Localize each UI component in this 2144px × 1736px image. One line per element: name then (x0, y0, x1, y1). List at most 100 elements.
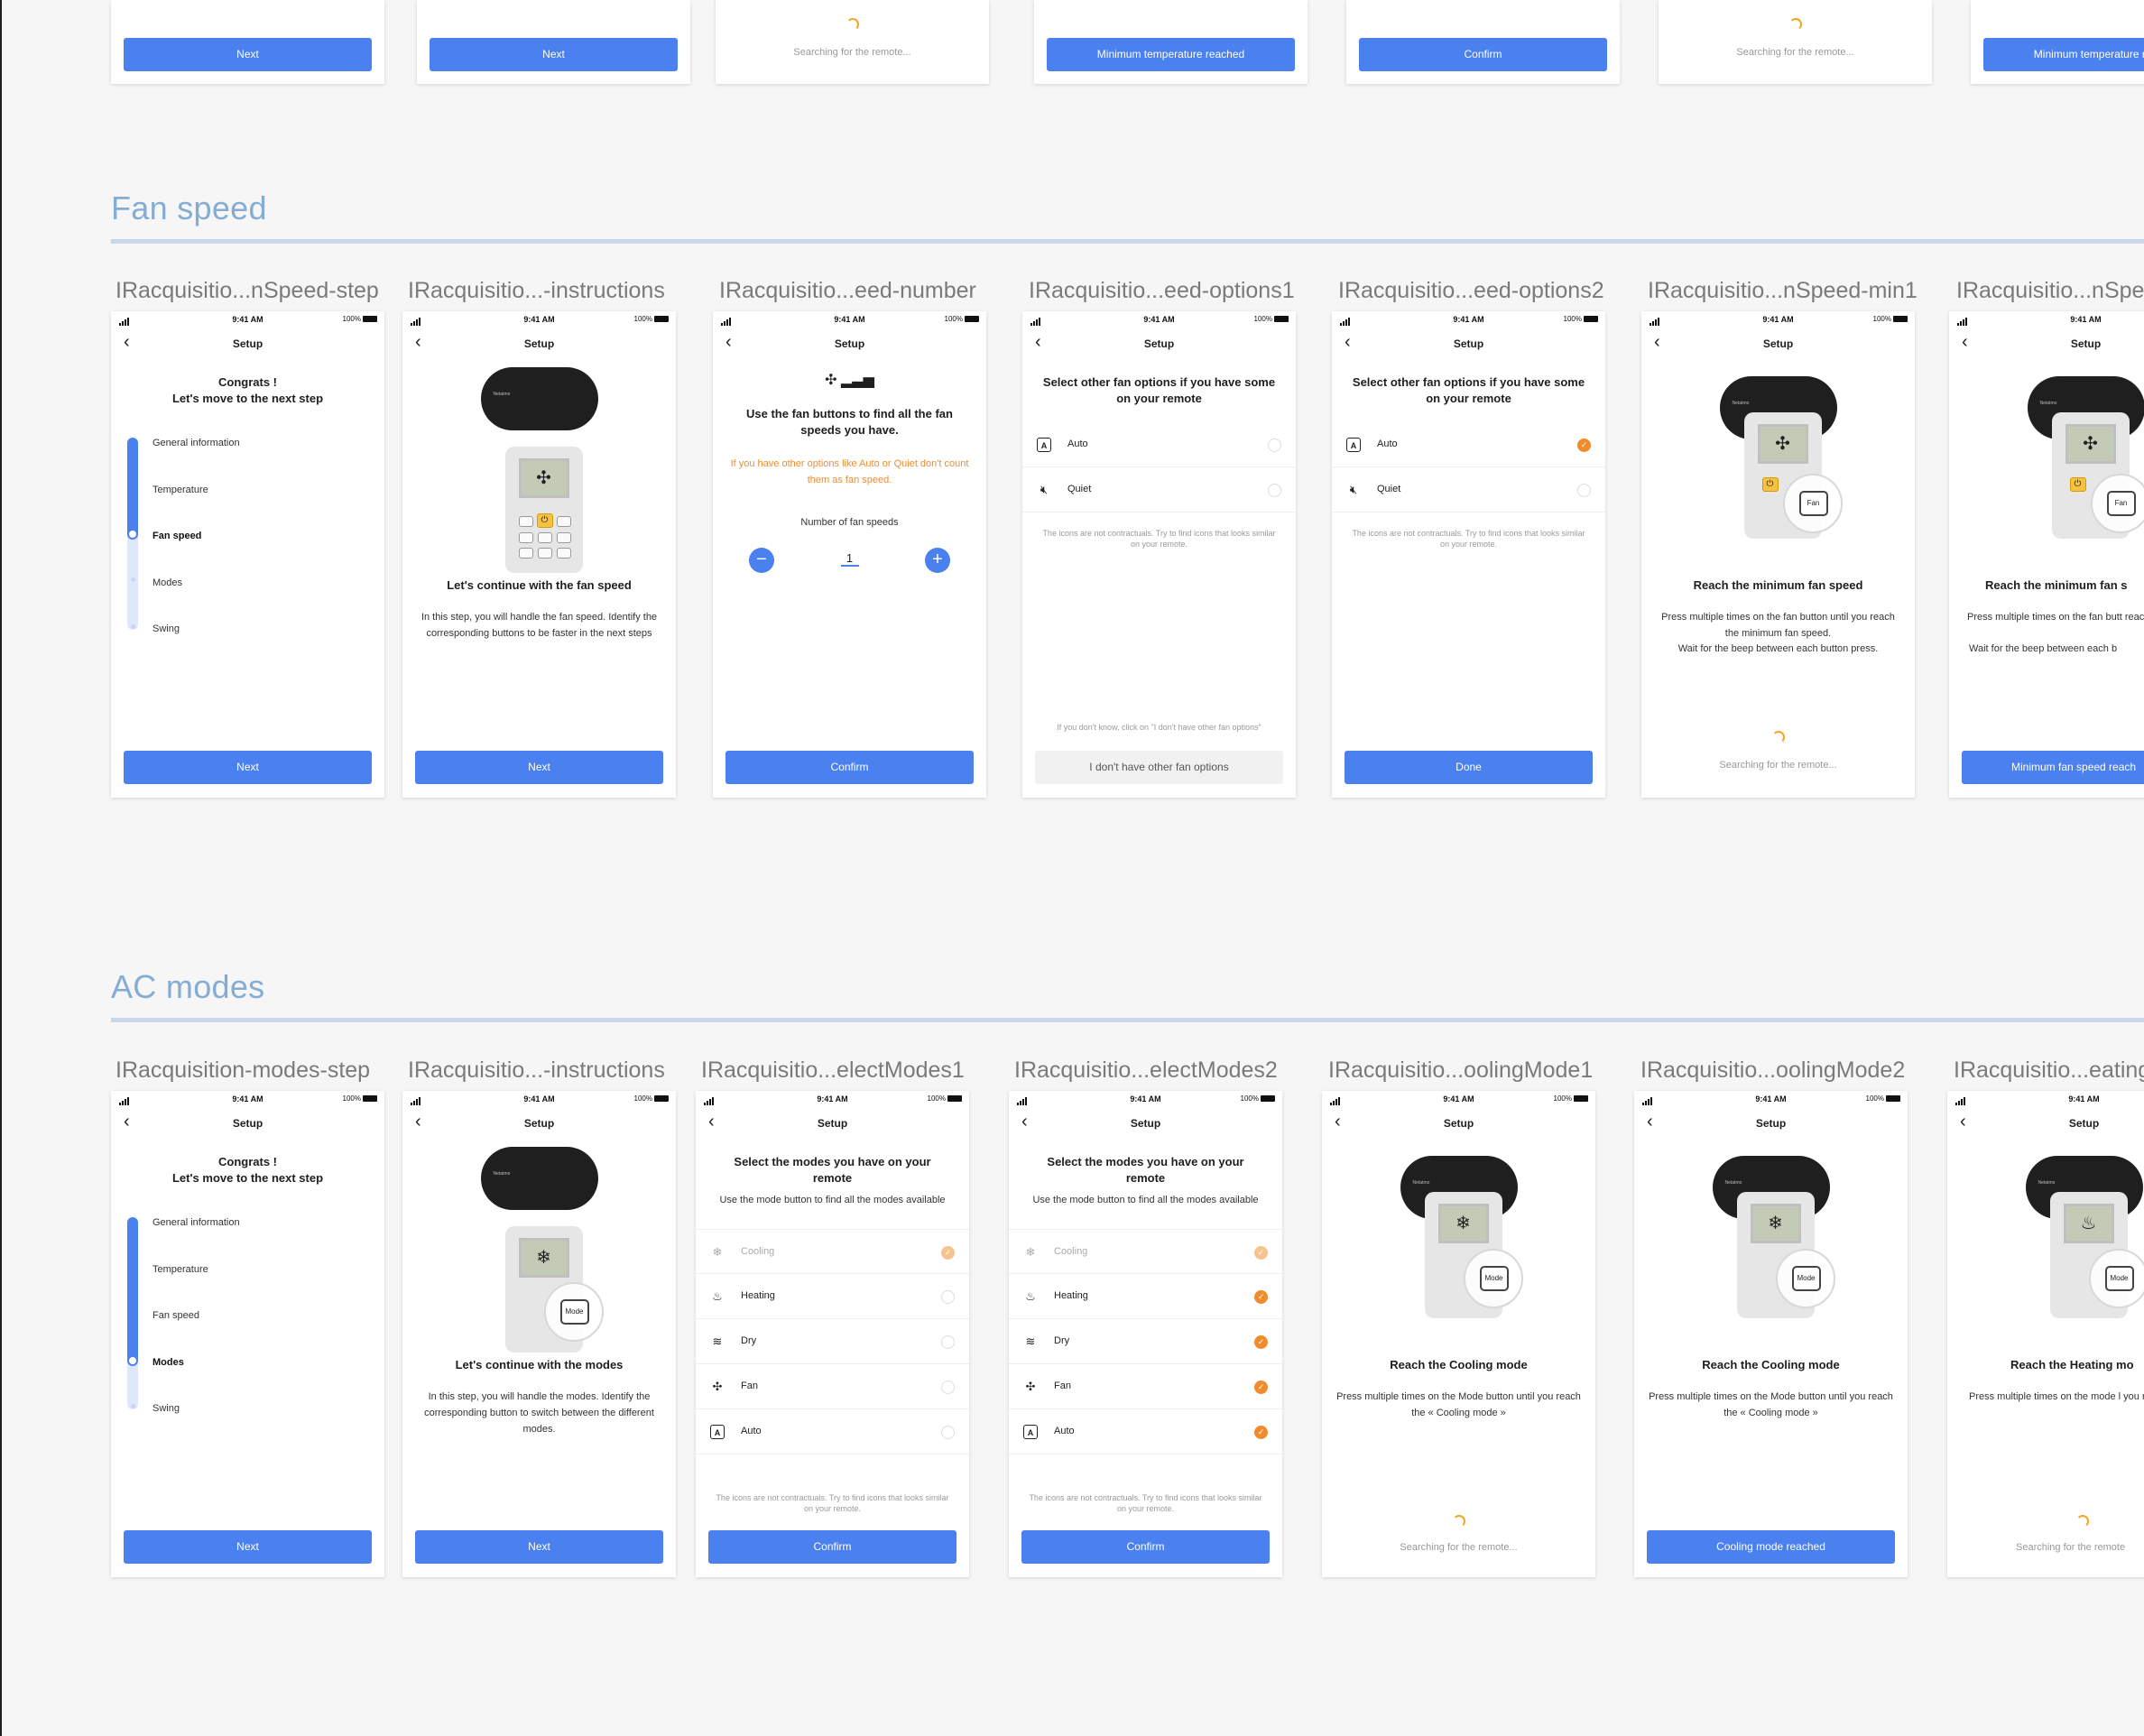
device-brand: Netatmo (1732, 401, 1750, 406)
mode-heating[interactable]: ♨ Heating ✓ (1009, 1274, 1282, 1319)
min-temp-reached-button[interactable]: Minimum temperature reached (1983, 38, 2144, 71)
status-bar: 9:41 AM (1949, 315, 2144, 326)
congrats-title: Congrats ! Let's move to the next step (171, 375, 324, 405)
mode-fan[interactable]: ✣ Fan ✓ (1009, 1364, 1282, 1409)
battery-level: 100% (1253, 315, 1272, 323)
select-modes2-screen: 9:41 AM 100% ‹ Setup Select the modes yo… (1009, 1091, 1282, 1577)
section-title-fan-speed: Fan speed (111, 189, 267, 226)
option-label: Quiet (1377, 484, 1401, 494)
fan-step-screen: 9:41 AM 100% ‹ Setup Congrats ! Let's mo… (111, 311, 384, 798)
status-bar: 9:41 AM 100% (402, 315, 676, 326)
check-icon[interactable]: ✓ (1254, 1246, 1268, 1260)
radio-unchecked[interactable] (941, 1426, 955, 1439)
fan-options-title: Select other fan options if you have som… (1352, 375, 1585, 405)
frame-label: IRacquisitio...-instructions (408, 1057, 665, 1083)
progress-fill (127, 438, 138, 539)
instructions-title: Let's continue with the modes (455, 1358, 624, 1371)
option-label: Auto (1377, 439, 1398, 449)
loading-spinner-icon (1788, 18, 1802, 31)
screen-header: Setup (232, 1117, 263, 1130)
status-bar: 9:41 AM 100% (1634, 1094, 1908, 1105)
confirm-button[interactable]: Confirm (1359, 38, 1607, 71)
searching-text: Searching for the remote... (1719, 760, 1837, 771)
confirm-button[interactable]: Confirm (708, 1530, 956, 1564)
option-quiet[interactable]: 🔇︎ Quiet (1022, 467, 1296, 512)
option-quiet[interactable]: 🔇︎ Quiet (1332, 467, 1605, 512)
hint-text: If you don't know, click on "I don't hav… (1057, 723, 1261, 732)
next-button[interactable]: Next (430, 38, 678, 71)
check-icon[interactable]: ✓ (1577, 439, 1591, 452)
option-auto[interactable]: A Auto (1022, 422, 1296, 467)
plus-icon[interactable]: + (925, 548, 950, 573)
mode-auto[interactable]: A Auto ✓ (1009, 1409, 1282, 1454)
option-auto[interactable]: A Auto ✓ (1332, 422, 1605, 467)
mode-button-zoom: Mode (2088, 1249, 2144, 1308)
zoom-mode-label: Mode (1479, 1266, 1509, 1291)
done-button[interactable]: Done (1345, 751, 1593, 784)
flame-icon: ♨ (712, 1289, 723, 1303)
mute-icon: 🔇︎ (1349, 483, 1358, 496)
mode-fan[interactable]: ✣ Fan (696, 1364, 969, 1409)
fan-icon: ✣ (1025, 1380, 1036, 1393)
next-button[interactable]: Next (124, 38, 372, 71)
min-fan-body2: Wait for the beep between each b (1969, 643, 2118, 654)
battery-level: 100% (1553, 1094, 1572, 1103)
mode-auto[interactable]: A Auto (696, 1409, 969, 1454)
battery-icon: 100% (928, 1094, 962, 1103)
radio-unchecked[interactable] (941, 1380, 955, 1394)
mode-label: Heating (741, 1290, 775, 1301)
radio-unchecked[interactable] (941, 1290, 955, 1304)
check-icon[interactable]: ✓ (1254, 1380, 1268, 1394)
frame-label: IRacquisitio...nSpeed-min1 (1648, 278, 1918, 303)
top-screen-4: Minimum temperature reached (1034, 0, 1308, 84)
fan-options1-screen: 9:41 AM 100% ‹ Setup Select other fan op… (1022, 311, 1296, 798)
frame-label: IRacquisitio...oolingMode1 (1328, 1057, 1594, 1083)
check-icon[interactable]: ✓ (1254, 1426, 1268, 1439)
mode-cooling[interactable]: ❄ Cooling ✓ (696, 1229, 969, 1274)
counter-label: Number of fan speeds (800, 517, 899, 528)
remote-illustration: Netatmo ✣ ⏻ Fan (2027, 376, 2144, 566)
confirm-button[interactable]: Confirm (1021, 1530, 1270, 1564)
next-button[interactable]: Next (124, 1530, 372, 1564)
check-icon[interactable]: ✓ (941, 1246, 955, 1260)
battery-level: 100% (1865, 1094, 1884, 1103)
min-temp-reached-button[interactable]: Minimum temperature reached (1047, 38, 1295, 71)
remote-illustration: Netatmo ♨ Mode (2025, 1156, 2144, 1345)
current-step-dot (127, 1355, 138, 1366)
no-other-options-button[interactable]: I don't have other fan options (1035, 751, 1283, 784)
step-temperature: Temperature (152, 485, 208, 495)
next-button[interactable]: Next (124, 751, 372, 784)
next-button[interactable]: Next (415, 1530, 663, 1564)
radio-unchecked[interactable] (1268, 439, 1281, 452)
confirm-button[interactable]: Confirm (725, 751, 974, 784)
battery-level: 100% (1240, 1094, 1259, 1103)
mode-dry[interactable]: ≋ Dry ✓ (1009, 1319, 1282, 1364)
fan-speed-stepper: − 1 + (713, 548, 986, 575)
radio-unchecked[interactable] (1268, 484, 1281, 497)
snowflake-icon: ❄ (1437, 1204, 1489, 1243)
cooling-reached-button[interactable]: Cooling mode reached (1647, 1530, 1895, 1564)
cooling-body: Press multiple times on the Mode button … (1336, 1391, 1581, 1418)
top-screen-6: Searching for the remote... (1659, 0, 1932, 84)
status-bar: 9:41 AM 100% (1022, 315, 1296, 326)
modes-instructions-screen: 9:41 AM 100% ‹ Setup Netatmo ❄ Mode Let'… (402, 1091, 676, 1577)
check-icon[interactable]: ✓ (1254, 1290, 1268, 1304)
status-bar: 9:41 AM 100% (402, 1094, 676, 1105)
radio-unchecked[interactable] (941, 1335, 955, 1349)
battery-icon: 100% (1254, 315, 1289, 323)
mode-dry[interactable]: ≋ Dry (696, 1319, 969, 1364)
mode-cooling[interactable]: ❄ Cooling ✓ (1009, 1229, 1282, 1274)
screen-header: Setup (2070, 337, 2102, 350)
fan-speed-count[interactable]: 1 (840, 551, 859, 567)
status-bar: 9:41 AM 100% (111, 315, 384, 326)
minus-icon[interactable]: − (749, 548, 774, 573)
icons-note: The icons are not contractuals. Try to f… (1029, 1493, 1262, 1513)
device-brand: Netatmo (2038, 1180, 2056, 1186)
status-bar: 9:41 AM 100% (1009, 1094, 1282, 1105)
radio-unchecked[interactable] (1577, 484, 1591, 497)
check-icon[interactable]: ✓ (1254, 1335, 1268, 1349)
mode-heating[interactable]: ♨ Heating (696, 1274, 969, 1319)
min-fan-reached-button[interactable]: Minimum fan speed reach (1962, 751, 2144, 784)
mode-button-zoom: Mode (543, 1282, 604, 1342)
next-button[interactable]: Next (415, 751, 663, 784)
